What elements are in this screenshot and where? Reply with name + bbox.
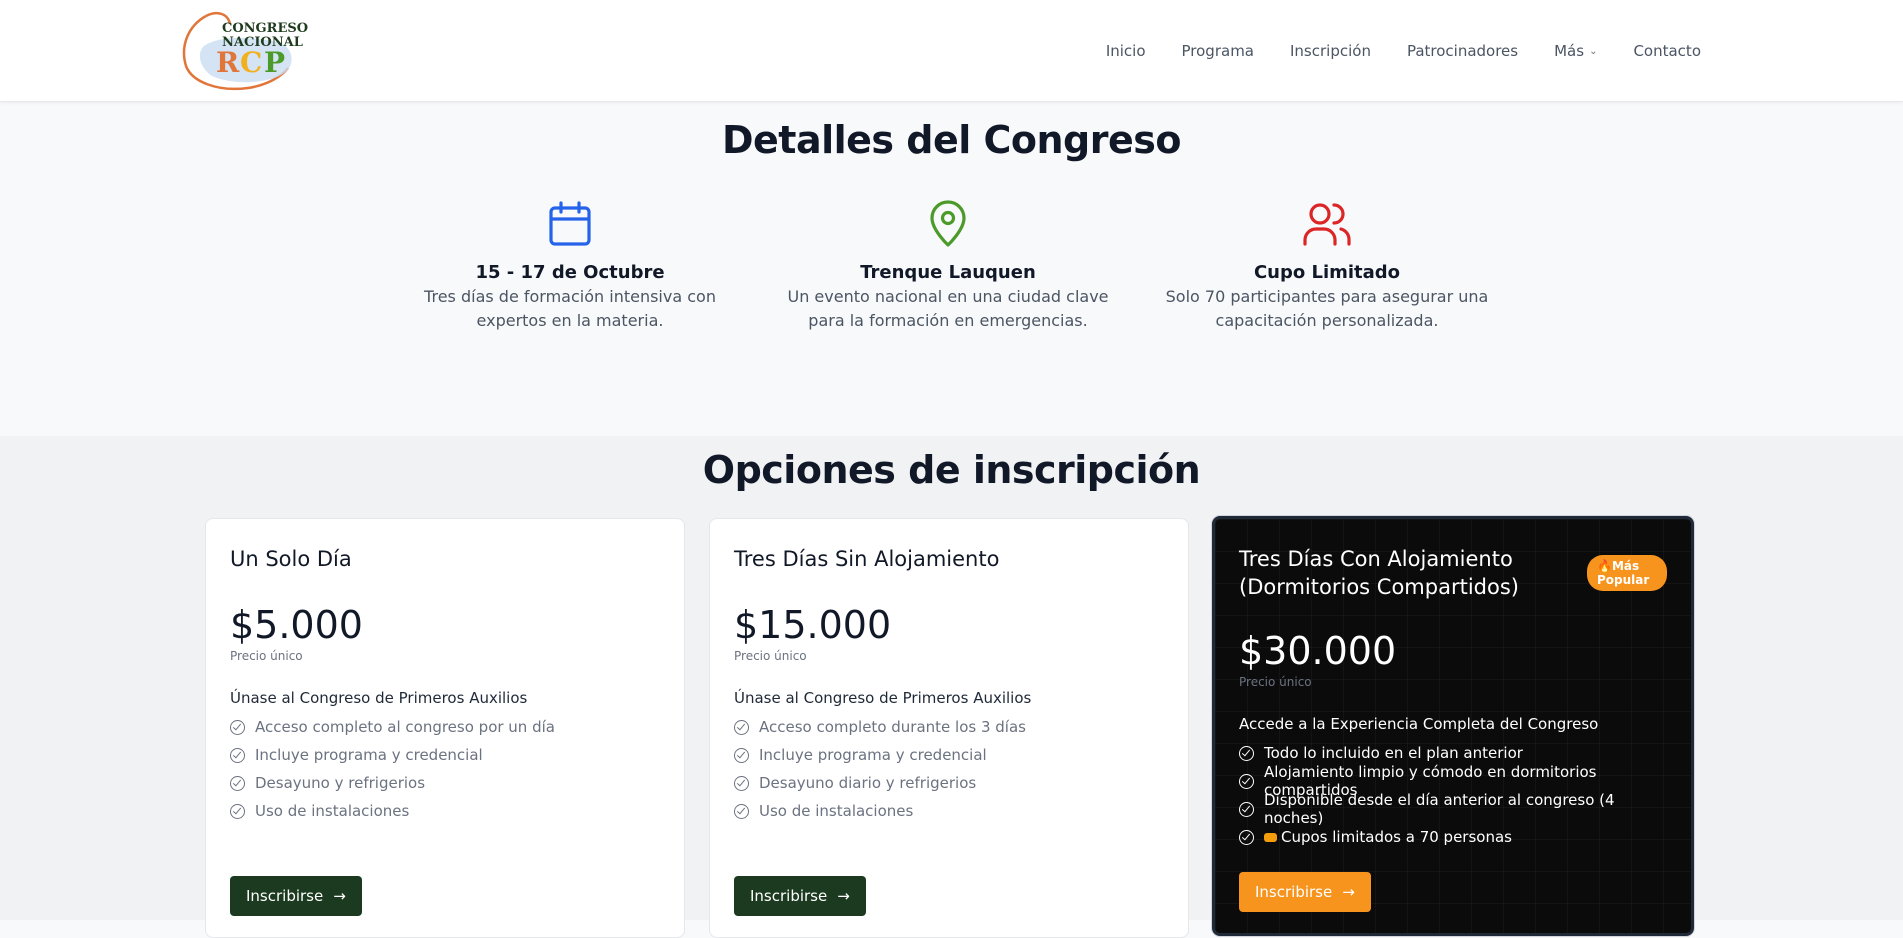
plan-price: $30.000 [1239,629,1397,673]
nav-mas-label: Más [1554,42,1585,60]
price-note: Precio único [1239,675,1312,689]
feature-dates: 15 - 17 de Octubre Tres días de formació… [400,200,740,333]
check-circle-icon [1239,773,1254,789]
nav-mas[interactable]: Más ⌄ [1554,42,1597,60]
feature-description: Solo 70 participantes para asegurar una c… [1165,287,1489,330]
ticket-icon [1264,833,1277,842]
nav-inicio[interactable]: Inicio [1106,42,1146,60]
plan-price: $5.000 [230,603,363,647]
plan-card-un-dia: Un Solo Día $5.000 Precio único Únase al… [205,518,685,938]
svg-text:P: P [264,46,285,79]
plan-price: $15.000 [734,603,892,647]
plan-features: Acceso completo durante los 3 días Inclu… [734,713,1164,825]
arrow-right-icon: → [333,887,346,905]
plan-features: Acceso completo al congreso por un día I… [230,713,660,825]
plan-name: Un Solo Día [230,547,352,571]
map-pin-icon [778,200,1118,252]
users-icon [1157,200,1497,252]
check-circle-icon [230,747,245,763]
inscribirse-button[interactable]: Inscribirse → [734,876,866,916]
check-circle-icon [734,747,749,763]
plan-name: Tres Días Sin Alojamiento [734,547,1000,571]
feature-item: Incluye programa y credencial [734,741,1164,769]
svg-text:R: R [216,46,240,79]
check-circle-icon [230,775,245,791]
feature-description: Tres días de formación intensiva con expe… [424,287,716,330]
plan-name: Tres Días Con Alojamiento (Dormitorios C… [1239,547,1519,599]
feature-title: Cupo Limitado [1253,262,1401,283]
plans-title: Opciones de inscripción [702,448,1201,492]
chevron-down-icon: ⌄ [1589,45,1598,57]
feature-item: Acceso completo al congreso por un día [230,713,660,741]
feature-item: Disponible desde el día anterior al cong… [1239,791,1667,827]
feature-title: 15 - 17 de Octubre [475,262,665,283]
check-circle-icon [230,719,245,735]
nav-contacto[interactable]: Contacto [1633,42,1701,60]
check-circle-icon [734,803,749,819]
feature-item: Acceso completo durante los 3 días [734,713,1164,741]
plan-intro: Únase al Congreso de Primeros Auxilios [230,689,528,707]
inscribirse-button[interactable]: Inscribirse → [1239,872,1371,912]
check-circle-icon [230,803,245,819]
feature-description: Un evento nacional en una ciudad clave pa… [787,287,1109,330]
calendar-icon [400,200,740,252]
nav-inscripcion[interactable]: Inscripción [1290,42,1371,60]
plan-card-tres-dias-sin-alojamiento: Tres Días Sin Alojamiento $15.000 Precio… [709,518,1189,938]
details-title: Detalles del Congreso [721,118,1182,162]
feature-item: Desayuno y refrigerios [230,769,660,797]
feature-location: Trenque Lauquen Un evento nacional en un… [778,200,1118,333]
price-note: Precio único [230,649,303,663]
fire-icon: 🔥 [1597,559,1612,573]
nav-patrocinadores[interactable]: Patrocinadores [1407,42,1518,60]
congreso-rcp-logo[interactable]: CONGRESO NACIONAL R C P [178,6,314,94]
price-note: Precio único [734,649,807,663]
check-circle-icon [1239,745,1254,761]
feature-capacity: Cupo Limitado Solo 70 participantes para… [1157,200,1497,333]
arrow-right-icon: → [837,887,850,905]
plan-card-tres-dias-con-alojamiento: Tres Días Con Alojamiento (Dormitorios C… [1212,516,1694,936]
check-circle-icon [1239,801,1254,817]
feature-item: Incluye programa y credencial [230,741,660,769]
feature-item: Cupos limitados a 70 personas [1239,823,1667,851]
svg-text:C: C [240,46,262,79]
main-nav: Inicio Programa Inscripción Patrocinador… [1106,0,1701,102]
inscribirse-button[interactable]: Inscribirse → [230,876,362,916]
plan-intro: Accede a la Experiencia Completa del Con… [1239,715,1599,733]
details-section: Detalles del Congreso 15 - 17 de Octubre… [0,102,1903,436]
feature-item: Uso de instalaciones [734,797,1164,825]
feature-item: Uso de instalaciones [230,797,660,825]
feature-item: Desayuno diario y refrigerios [734,769,1164,797]
popular-badge: 🔥Más Popular [1587,555,1667,591]
plan-features: Todo lo incluido en el plan anterior Alo… [1239,739,1667,851]
arrow-right-icon: → [1342,883,1355,901]
feature-title: Trenque Lauquen [860,262,1036,283]
plans-section: Opciones de inscripción Un Solo Día $5.0… [0,436,1903,938]
check-circle-icon [1239,829,1254,845]
check-circle-icon [734,719,749,735]
check-circle-icon [734,775,749,791]
site-header: CONGRESO NACIONAL R C P Inicio Programa … [0,0,1903,102]
svg-text:CONGRESO: CONGRESO [222,21,308,36]
plan-intro: Únase al Congreso de Primeros Auxilios [734,689,1032,707]
nav-programa[interactable]: Programa [1182,42,1254,60]
